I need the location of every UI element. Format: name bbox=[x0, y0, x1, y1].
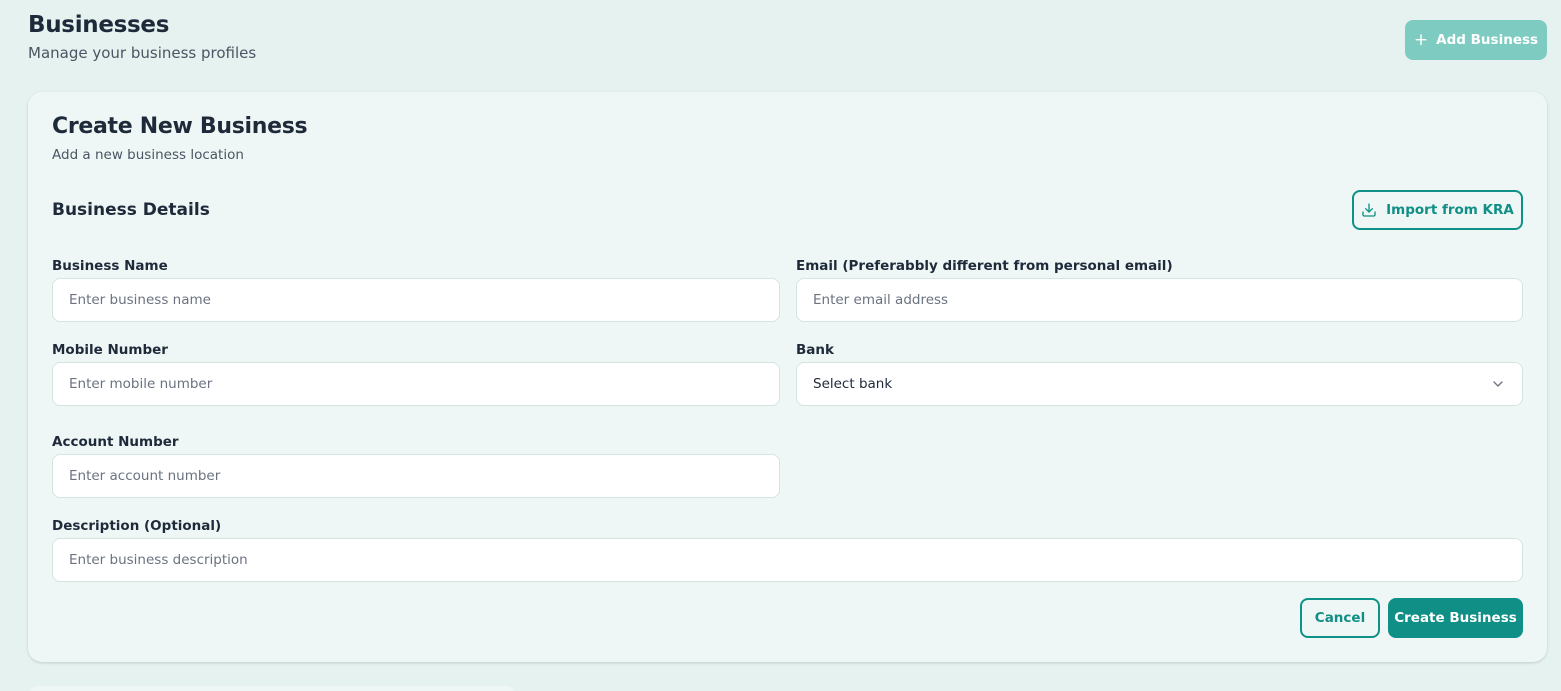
form-subtitle: Add a new business location bbox=[52, 147, 244, 163]
create-business-card: Create New Business Add a new business l… bbox=[28, 92, 1547, 662]
download-icon bbox=[1362, 203, 1376, 217]
create-business-button[interactable]: Create Business bbox=[1388, 598, 1523, 638]
section-title: Business Details bbox=[52, 200, 210, 220]
mobile-number-input[interactable] bbox=[52, 362, 780, 406]
businesses-page: Businesses Manage your business profiles… bbox=[0, 0, 1561, 691]
page-title: Businesses bbox=[28, 12, 170, 38]
chevron-down-icon bbox=[1493, 381, 1503, 387]
import-from-kra-button[interactable]: Import from KRA bbox=[1352, 190, 1523, 230]
account-number-input[interactable] bbox=[52, 454, 780, 498]
bank-select[interactable]: Select bank bbox=[796, 362, 1523, 406]
email-label: Email (Preferabbly different from person… bbox=[796, 258, 1173, 274]
description-label: Description (Optional) bbox=[52, 518, 222, 534]
business-name-input[interactable] bbox=[52, 278, 780, 322]
email-input[interactable] bbox=[796, 278, 1523, 322]
cancel-button[interactable]: Cancel bbox=[1300, 598, 1380, 638]
add-business-label: Add Business bbox=[1436, 32, 1539, 48]
form-title: Create New Business bbox=[52, 114, 308, 139]
add-business-button[interactable]: + Add Business bbox=[1405, 20, 1547, 60]
business-list-card bbox=[28, 686, 516, 691]
mobile-number-label: Mobile Number bbox=[52, 342, 168, 358]
import-button-label: Import from KRA bbox=[1386, 202, 1514, 218]
business-name-label: Business Name bbox=[52, 258, 168, 274]
description-input[interactable] bbox=[52, 538, 1523, 582]
page-header: Businesses Manage your business profiles bbox=[28, 12, 256, 62]
plus-icon: + bbox=[1413, 29, 1429, 50]
bank-select-value: Select bank bbox=[813, 376, 893, 392]
bank-label: Bank bbox=[796, 342, 834, 358]
page-subtitle: Manage your business profiles bbox=[28, 44, 257, 62]
account-number-label: Account Number bbox=[52, 434, 179, 450]
